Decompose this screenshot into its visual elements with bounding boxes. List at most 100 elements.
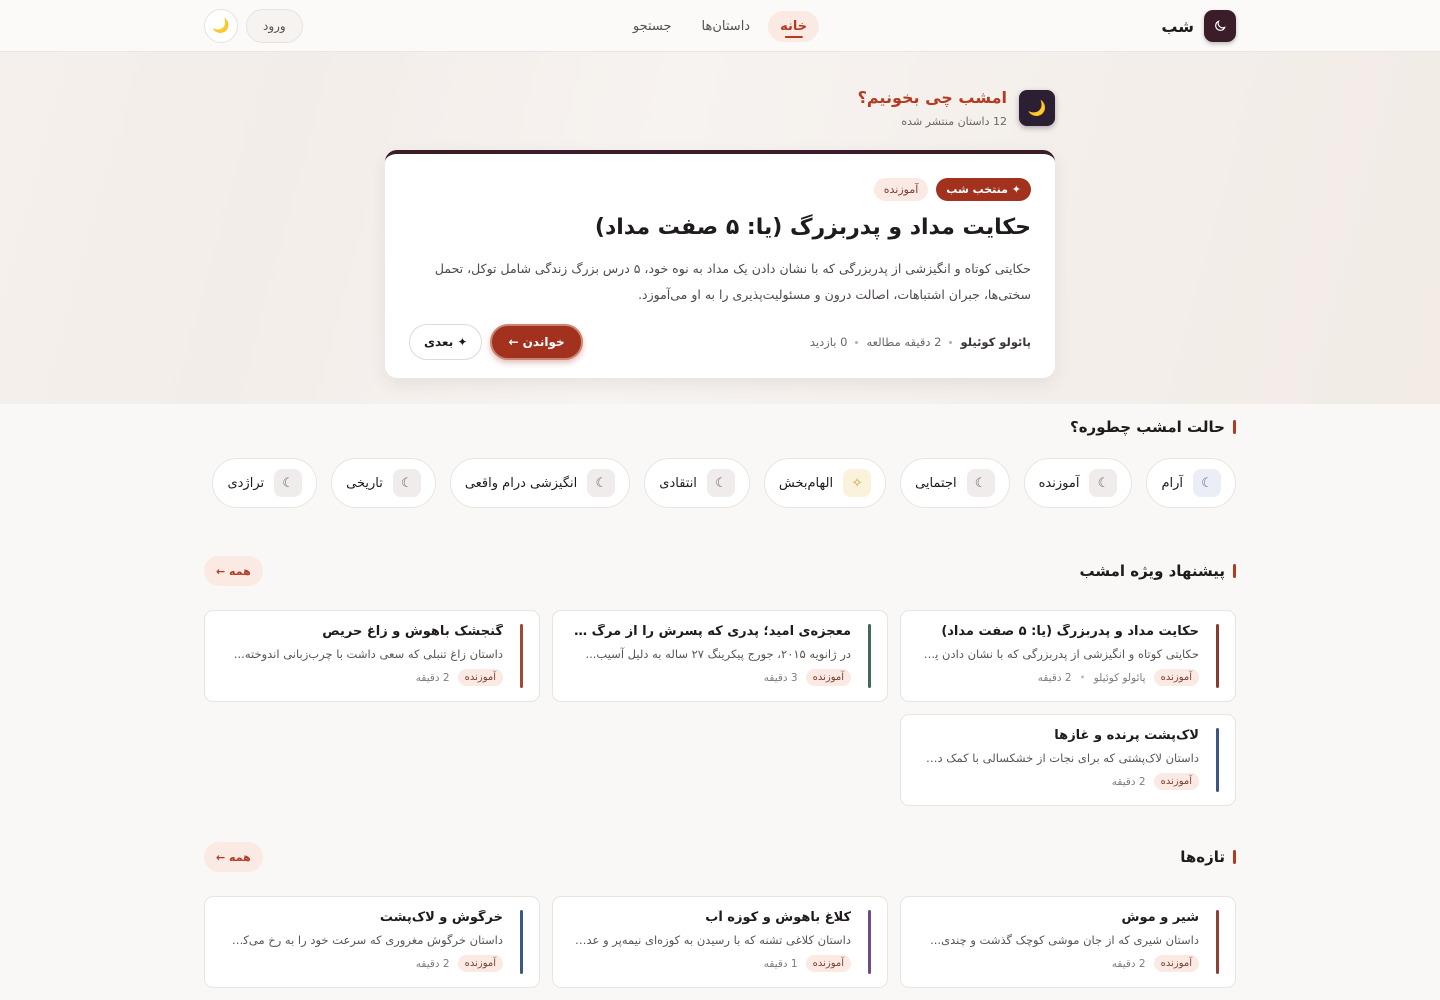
category-tag: آموزنده	[1153, 773, 1199, 790]
separator-dot	[949, 340, 953, 344]
accent-bar	[1216, 624, 1219, 688]
mood-chip[interactable]: ☾ تراژدی	[212, 458, 318, 508]
recommended-section: پیشنهاد ویژه امشب همه ← حکایت مداد و پدر…	[204, 556, 1236, 806]
mood-chip[interactable]: ✧ الهام‌بخش	[763, 458, 887, 508]
accent-bar	[520, 910, 523, 974]
story-excerpt: داستان کلاغی تشنه که با رسیدن به کوزه‌ای…	[573, 933, 851, 947]
story-card[interactable]: گنجشک باهوش و زاغ حریص داستان زاغ تنبلی ک…	[204, 610, 540, 702]
brand-name: شب	[1161, 16, 1194, 36]
separator-dot: •	[1079, 671, 1086, 684]
story-card[interactable]: لاک‌پشت پرنده و غازها داستان لاک‌پشتی که …	[900, 714, 1236, 806]
story-card[interactable]: معجزه‌ی امید؛ پدری که پسرش را از مرگ حتم…	[552, 610, 888, 702]
accent-bar	[868, 910, 871, 974]
category-tag: آموزنده	[805, 669, 851, 686]
mood-chip-label: تاریخی	[346, 475, 383, 491]
crescent-moon-icon: 🌙	[1019, 90, 1055, 126]
mood-chip[interactable]: ☾ اجتمایی	[900, 458, 1010, 508]
story-excerpt: حکایتی کوتاه و انگیزشی از پدربزرگی که با…	[921, 647, 1199, 661]
see-all-button[interactable]: همه ←	[204, 842, 263, 872]
featured-badge: ✦ منتخب شب	[936, 178, 1031, 201]
featured-description: حکایتی کوتاه و انگیزشی از پدربزرگی که با…	[434, 261, 1031, 302]
nav-stories[interactable]: داستان‌ها	[690, 11, 763, 42]
story-card[interactable]: شیر و موش داستان شیری که از جان موشی کوچک…	[900, 896, 1236, 988]
category-badge: آموزنده	[873, 178, 929, 201]
nav-search[interactable]: جستجو	[621, 11, 684, 42]
see-all-button[interactable]: همه ←	[204, 556, 263, 586]
read-time: 2 دقیقه	[1111, 775, 1146, 788]
mood-section-title: حالت امشب چطوره؟	[204, 418, 1236, 436]
mood-chip-label: آرام	[1161, 475, 1183, 491]
accent-bar	[520, 624, 523, 688]
recommended-grid: حکایت مداد و پدربزرگ (یا: ۵ صفت مداد) حکا…	[204, 610, 1236, 806]
story-title: خرگوش و لاک‌پشت	[379, 910, 503, 925]
story-title: گنجشک باهوش و زاغ حریص	[322, 624, 503, 639]
moon-icon: ☾	[1193, 469, 1221, 497]
moon-icon: ☾	[392, 469, 421, 497]
hero-subtitle: 12 داستان منتشر شده	[901, 115, 1007, 128]
story-excerpt: در ژانویه ۲۰۱۵، جورج پیکرینگ ۲۷ ساله به …	[585, 647, 851, 661]
mood-chip-label: تراژدی	[227, 475, 265, 491]
mood-chip[interactable]: ☾ آرام	[1146, 458, 1236, 508]
sparkle-icon: ✧	[843, 469, 872, 497]
read-button[interactable]: خواندن ←	[490, 324, 583, 360]
category-tag: آموزنده	[457, 669, 503, 686]
accent-bar	[1216, 910, 1219, 974]
author-name: پائولو کوئیلو	[1093, 671, 1146, 684]
story-excerpt: داستان خرگوش مغروری که سرعت خود را به رخ…	[225, 933, 503, 947]
category-tag: آموزنده	[1153, 669, 1199, 686]
mood-chip[interactable]: ☾ تاریخی	[331, 458, 436, 508]
view-count: 0 بازدید	[809, 335, 848, 349]
story-title: معجزه‌ی امید؛ پدری که پسرش را از مرگ حتم…	[573, 624, 851, 639]
read-time: 3 دقیقه	[763, 671, 798, 684]
recent-grid: شیر و موش داستان شیری که از جان موشی کوچک…	[204, 896, 1236, 988]
login-button[interactable]: ورود	[246, 9, 303, 43]
mood-chip[interactable]: ☾ آموزنده	[1023, 458, 1133, 508]
hero-title: امشب چی بخونیم؟	[857, 88, 1007, 107]
top-header: شب خانه داستان‌ها جستجو 🌙 ورود	[0, 0, 1440, 52]
story-excerpt: داستان لاک‌پشتی که برای نجات از خشکسالی …	[921, 751, 1199, 765]
category-tag: آموزنده	[457, 955, 503, 972]
featured-meta: پائولو کوئیلو 2 دقیقه مطالعه 0 بازدید	[810, 335, 1031, 349]
story-excerpt: داستان شیری که از جان موشی کوچک گذشت و چ…	[930, 933, 1199, 947]
story-title: حکایت مداد و پدربزرگ (یا: ۵ صفت مداد)	[941, 624, 1199, 639]
story-title: کلاغ باهوش و کوزه آب	[705, 910, 851, 925]
featured-story-card[interactable]: ✦ منتخب شب آموزنده حکایت مداد و پدربزرگ …	[385, 150, 1055, 378]
moon-icon: ☾	[1089, 469, 1118, 497]
moon-icon: ☾	[274, 469, 303, 497]
theme-toggle-button[interactable]: 🌙	[204, 9, 238, 43]
read-time: 2 دقیقه	[415, 957, 450, 970]
story-excerpt: داستان زاغ تنبلی که سعی داشت با چرب‌زبان…	[233, 647, 503, 661]
author-name: پائولو کوئیلو	[960, 335, 1031, 349]
category-tag: آموزنده	[805, 955, 851, 972]
nav-home[interactable]: خانه	[768, 10, 820, 42]
mood-chip-label: آموزنده	[1038, 475, 1080, 491]
story-card[interactable]: خرگوش و لاک‌پشت داستان خرگوش مغروری که سر…	[204, 896, 540, 988]
read-time: 2 دقیقه	[1037, 671, 1072, 684]
mood-chip-label: انگیزشی درام واقعی	[464, 475, 578, 491]
brand[interactable]: شب	[1161, 10, 1236, 42]
story-card[interactable]: حکایت مداد و پدربزرگ (یا: ۵ صفت مداد) حکا…	[900, 610, 1236, 702]
mood-section: حالت امشب چطوره؟ ☾ آرام ☾ آموزنده ☾ اجتمایی ✧ ا…	[204, 404, 1236, 508]
mood-chip[interactable]: ☾ انگیزشی درام واقعی	[449, 458, 631, 508]
category-tag: آموزنده	[1153, 955, 1199, 972]
mood-chips-row: ☾ آرام ☾ آموزنده ☾ اجتمایی ✧ الهام‌بخش ☾ انتقادی ☾…	[204, 458, 1236, 508]
story-title: شیر و موش	[1121, 910, 1199, 925]
read-time: 2 دقیقه مطالعه	[866, 335, 942, 349]
main-nav: خانه داستان‌ها جستجو	[621, 10, 820, 42]
accent-bar	[1216, 728, 1219, 792]
story-card[interactable]: کلاغ باهوش و کوزه آب داستان کلاغی تشنه که…	[552, 896, 888, 988]
accent-bar	[868, 624, 871, 688]
mood-chip-label: الهام‌بخش	[778, 475, 834, 491]
mood-chip[interactable]: ☾ انتقادی	[644, 458, 750, 508]
featured-title: حکایت مداد و پدربزرگ (یا: ۵ صفت مداد)	[594, 215, 1031, 240]
recommended-title: پیشنهاد ویژه امشب	[1079, 562, 1236, 580]
recent-title: تازه‌ها	[1180, 848, 1236, 866]
mood-chip-label: انتقادی	[659, 475, 697, 491]
moon-icon: ☾	[966, 469, 995, 497]
recent-section: تازه‌ها همه ← شیر و موش داستان شیری که از…	[204, 842, 1236, 988]
story-title: لاک‌پشت پرنده و غازها	[1054, 728, 1199, 743]
hero-heading: 🌙 امشب چی بخونیم؟ 12 داستان منتشر شده	[385, 88, 1055, 128]
mood-chip-label: اجتمایی	[915, 475, 957, 491]
hero-section: 🌙 امشب چی بخونیم؟ 12 داستان منتشر شده ✦ …	[0, 52, 1440, 404]
next-button[interactable]: ✦ بعدی	[409, 324, 483, 360]
